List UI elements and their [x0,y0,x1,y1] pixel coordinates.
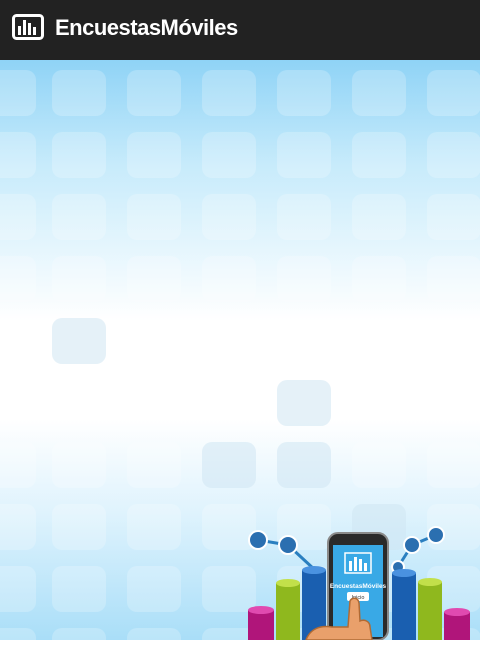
phone-screen-title: EncuestasMóviles [330,583,387,590]
background-tile [0,70,36,116]
background-tile [127,504,181,550]
background-tile [127,194,181,240]
background-tile [277,256,331,302]
background-tile [427,380,480,426]
background-tile [352,380,406,426]
background-tile [202,256,256,302]
background-tile [202,318,256,364]
background-tile [202,70,256,116]
bar-chart-icon [12,14,44,40]
background-tile [127,380,181,426]
background-tile [52,256,106,302]
background-tile [202,132,256,178]
background-tile [352,194,406,240]
background-tile [352,256,406,302]
background-tile [0,628,36,640]
background-tile [277,194,331,240]
background-tile [127,318,181,364]
background-tile [202,194,256,240]
background-tile [127,70,181,116]
phone-illustration: EncuestasMóviles Inicio [240,525,480,641]
background-tile [52,132,106,178]
background-tile [277,442,331,488]
background-tile [52,628,106,640]
background-tile [352,132,406,178]
background-tile [277,70,331,116]
network-nodes-left [248,530,317,572]
background-tile [0,132,36,178]
background-tile [277,380,331,426]
network-nodes-right [391,526,445,574]
background-tile [52,318,106,364]
background-tile [127,256,181,302]
background-tile [0,504,36,550]
background-tile [52,70,106,116]
background-tile [202,442,256,488]
background-tile [127,132,181,178]
cylinder-bars-right [392,569,470,640]
background-tile [427,442,480,488]
background-tile [127,442,181,488]
background-tile [427,318,480,364]
app-title: EncuestasMóviles [55,15,238,40]
background-tile [52,194,106,240]
background-tile [277,132,331,178]
background-tile [127,628,181,640]
background-tile [427,194,480,240]
background-tile [427,256,480,302]
background-tile [202,380,256,426]
background-tile [0,442,36,488]
background-tile [0,318,36,364]
background-tile [352,318,406,364]
background-tile [0,256,36,302]
background-tile [52,442,106,488]
background-tile [277,318,331,364]
background-tile [0,194,36,240]
background-tile [427,132,480,178]
background-tile [0,566,36,612]
background-tile [0,380,36,426]
background-tile [352,70,406,116]
background-tile [52,380,106,426]
background-tile [352,442,406,488]
app-bar: EncuestasMóviles [0,0,480,60]
background-tile [52,504,106,550]
background-tile [427,70,480,116]
background-tile [52,566,106,612]
background-tile [127,566,181,612]
